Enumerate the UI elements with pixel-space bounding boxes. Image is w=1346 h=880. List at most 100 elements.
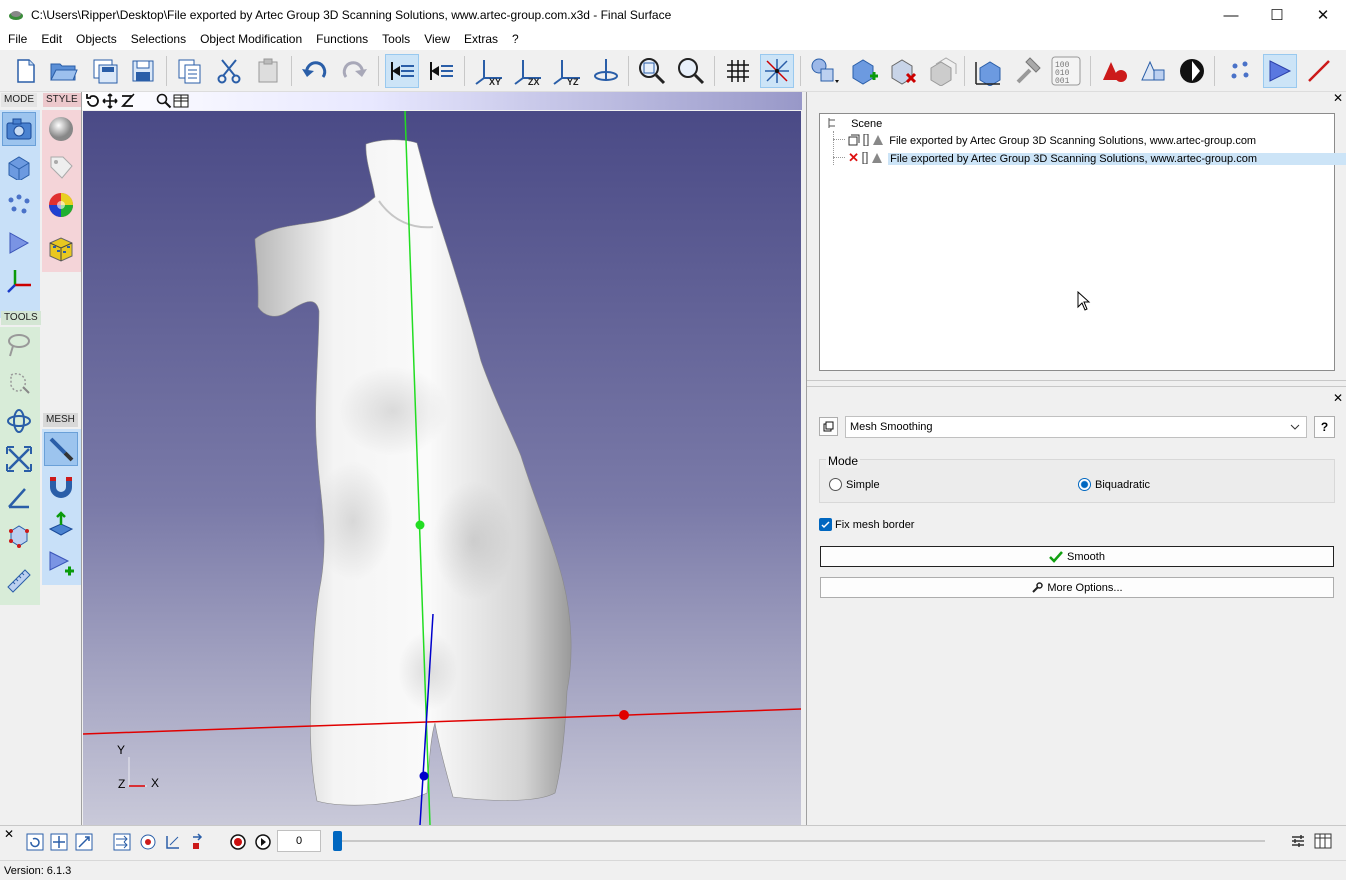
magnifier-icon[interactable] bbox=[156, 93, 172, 109]
timeline-slider[interactable] bbox=[333, 831, 342, 851]
more-options-button[interactable]: More Options... bbox=[820, 577, 1334, 598]
menu-functions[interactable]: Functions bbox=[309, 30, 375, 50]
axis-mode-icon[interactable] bbox=[2, 264, 36, 298]
checkbox-checked-icon[interactable] bbox=[819, 518, 832, 531]
vertex-mode-icon[interactable] bbox=[2, 188, 36, 222]
y-axis-handle[interactable] bbox=[415, 520, 425, 530]
repair-tool-icon[interactable] bbox=[1010, 54, 1044, 88]
color-style-icon[interactable] bbox=[44, 188, 78, 222]
animation-bar-close-icon[interactable]: ✕ bbox=[4, 827, 14, 841]
anim-zoom-icon[interactable] bbox=[75, 833, 93, 851]
help-button[interactable]: ? bbox=[1314, 416, 1335, 438]
duplicate-object-icon[interactable] bbox=[925, 54, 959, 88]
zoom-icon[interactable] bbox=[674, 54, 708, 88]
timeline-table-icon[interactable] bbox=[1314, 832, 1332, 850]
mode-biquadratic-radio[interactable]: Biquadratic bbox=[1078, 478, 1150, 491]
menu-tools[interactable]: Tools bbox=[375, 30, 417, 50]
red-points-icon[interactable] bbox=[1097, 54, 1131, 88]
pan-icon[interactable] bbox=[102, 93, 118, 109]
freeform-select-icon[interactable] bbox=[2, 366, 36, 400]
close-button[interactable]: ✕ bbox=[1300, 0, 1346, 30]
anim-keyframe-icon[interactable] bbox=[190, 833, 208, 851]
object-mode-icon[interactable] bbox=[2, 150, 36, 184]
maximize-button[interactable]: ☐ bbox=[1254, 0, 1300, 30]
layout-grid-icon[interactable] bbox=[173, 93, 189, 109]
cut-icon[interactable] bbox=[212, 54, 246, 88]
panel-splitter[interactable] bbox=[807, 380, 1346, 387]
line-mode-icon[interactable] bbox=[1302, 54, 1336, 88]
transform-icon[interactable] bbox=[971, 54, 1005, 88]
view-yz-icon[interactable]: YZ bbox=[550, 54, 584, 88]
camera-mode-icon[interactable] bbox=[2, 112, 36, 146]
grid-icon[interactable] bbox=[721, 54, 755, 88]
rotate-view-icon[interactable] bbox=[589, 54, 623, 88]
visibility-bar-icon[interactable] bbox=[862, 151, 868, 165]
z-axis-handle[interactable] bbox=[419, 771, 429, 781]
axes-icon[interactable] bbox=[760, 54, 794, 88]
record-icon[interactable] bbox=[229, 833, 247, 851]
menu-object-modification[interactable]: Object Modification bbox=[193, 30, 309, 50]
left-align-view-icon[interactable] bbox=[385, 54, 419, 88]
lasso-tool-icon[interactable] bbox=[2, 328, 36, 362]
ruler-icon[interactable] bbox=[2, 564, 36, 598]
scale-tool-icon[interactable] bbox=[2, 442, 36, 476]
face-mode-icon[interactable] bbox=[2, 226, 36, 260]
contrast-icon[interactable] bbox=[1175, 54, 1209, 88]
add-primitive-icon[interactable] bbox=[808, 54, 842, 88]
zoom-fit-icon[interactable] bbox=[635, 54, 669, 88]
menu-edit[interactable]: Edit bbox=[34, 30, 69, 50]
anim-rotate-icon[interactable] bbox=[26, 833, 44, 851]
save-all-icon[interactable] bbox=[88, 54, 122, 88]
triangle-mode-icon[interactable] bbox=[1263, 54, 1297, 88]
frame-input[interactable]: 0 bbox=[277, 830, 321, 852]
function-dropdown[interactable]: Mesh Smoothing bbox=[845, 416, 1307, 438]
timeline-settings-icon[interactable] bbox=[1290, 833, 1306, 849]
rotate-tool-icon[interactable] bbox=[2, 404, 36, 438]
menu-view[interactable]: View bbox=[417, 30, 457, 50]
anim-pan-icon[interactable] bbox=[50, 833, 68, 851]
anim-target-icon[interactable] bbox=[139, 833, 157, 851]
mesh-stats-icon[interactable] bbox=[1136, 54, 1170, 88]
delete-object-icon[interactable] bbox=[886, 54, 920, 88]
radio-simple-icon[interactable] bbox=[829, 478, 842, 491]
undo-icon[interactable] bbox=[298, 54, 332, 88]
menu-selections[interactable]: Selections bbox=[124, 30, 193, 50]
new-file-icon[interactable] bbox=[9, 54, 43, 88]
binary-data-icon[interactable]: 100 010 001 bbox=[1049, 54, 1083, 88]
minimize-button[interactable]: — bbox=[1208, 0, 1254, 30]
paste-icon[interactable] bbox=[251, 54, 285, 88]
play-icon[interactable] bbox=[254, 833, 272, 851]
open-folder-icon[interactable] bbox=[47, 54, 81, 88]
mode-simple-radio[interactable]: Simple bbox=[829, 478, 880, 491]
copy-icon[interactable] bbox=[173, 54, 207, 88]
tag-style-icon[interactable] bbox=[44, 150, 78, 184]
texture-style-icon[interactable] bbox=[44, 232, 78, 266]
delete-mark-icon[interactable]: ✕ bbox=[848, 150, 859, 165]
view-zx-icon[interactable]: ZX bbox=[511, 54, 545, 88]
save-icon[interactable] bbox=[126, 54, 160, 88]
tool-panel-close-icon[interactable]: ✕ bbox=[1333, 391, 1343, 405]
anim-axis-icon[interactable] bbox=[164, 833, 182, 851]
radio-biquadratic-icon[interactable] bbox=[1078, 478, 1091, 491]
scene-item-1[interactable]: File exported by Artec Group 3D Scanning… bbox=[833, 133, 1256, 149]
visibility-bar-icon[interactable] bbox=[863, 133, 869, 147]
points-mode-icon[interactable] bbox=[1224, 54, 1258, 88]
scene-panel-close-icon[interactable]: ✕ bbox=[1333, 91, 1343, 105]
orbit-icon[interactable] bbox=[85, 93, 101, 109]
3d-viewport[interactable]: Y Z X bbox=[83, 111, 801, 825]
bounding-box-icon[interactable] bbox=[2, 518, 36, 552]
extrude-tool-icon[interactable] bbox=[44, 508, 78, 542]
menu-objects[interactable]: Objects bbox=[69, 30, 124, 50]
fix-border-checkbox[interactable]: Fix mesh border bbox=[819, 518, 914, 531]
view-xy-icon[interactable]: XY bbox=[472, 54, 506, 88]
knife-tool-icon[interactable] bbox=[44, 432, 78, 466]
menu-help[interactable]: ? bbox=[505, 30, 526, 50]
menu-file[interactable]: File bbox=[0, 30, 34, 50]
smooth-button[interactable]: Smooth bbox=[820, 546, 1334, 567]
redo-icon[interactable] bbox=[337, 54, 371, 88]
shading-style-icon[interactable] bbox=[44, 112, 78, 146]
add-object-icon[interactable] bbox=[847, 54, 881, 88]
undock-icon[interactable] bbox=[819, 417, 838, 436]
add-triangle-icon[interactable] bbox=[44, 546, 78, 580]
timeline-track[interactable] bbox=[333, 840, 1265, 842]
